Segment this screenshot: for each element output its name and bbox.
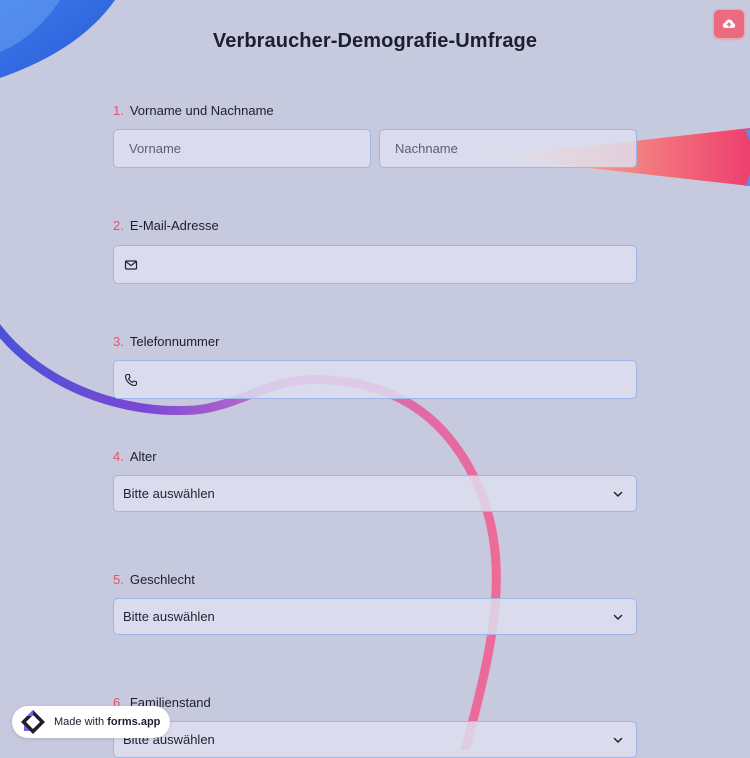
question-number: 1. xyxy=(113,103,124,118)
gender-select[interactable]: Bitte auswählen xyxy=(113,598,637,635)
question-label-age: 4. Alter xyxy=(113,449,157,464)
email-field[interactable] xyxy=(113,245,637,284)
question-number: 5. xyxy=(113,572,124,587)
first-name-field[interactable] xyxy=(113,129,371,168)
cloud-upload-icon xyxy=(722,19,736,28)
page-title: Verbraucher-Demografie-Umfrage xyxy=(212,30,538,52)
question-label-gender: 5. Geschlecht xyxy=(113,572,195,587)
badge-brand: forms.app xyxy=(107,716,161,728)
phone-input[interactable] xyxy=(146,372,636,387)
question-number: 4. xyxy=(113,449,124,464)
question-text: Telefonnummer xyxy=(129,334,220,349)
badge-prefix: Made with xyxy=(54,716,108,728)
last-name-field[interactable] xyxy=(379,129,637,168)
question-label-phone: 3. Telefonnummer xyxy=(113,334,219,349)
phone-field[interactable] xyxy=(113,360,637,399)
last-name-input[interactable] xyxy=(395,141,636,156)
select-value: Bitte auswählen xyxy=(123,486,215,501)
question-text: Vorname und Nachname xyxy=(129,103,274,118)
email-input[interactable] xyxy=(146,257,636,272)
chevron-down-icon xyxy=(613,737,623,743)
question-text: Alter xyxy=(129,449,157,464)
question-label-name: 1. Vorname und Nachname xyxy=(113,103,274,118)
marital-status-select[interactable]: Bitte auswählen xyxy=(113,721,637,758)
question-text: Geschlecht xyxy=(129,572,195,587)
made-with-forms-app-badge[interactable]: Made with forms.app xyxy=(12,706,170,738)
age-select[interactable]: Bitte auswählen xyxy=(113,475,637,512)
question-number: 3. xyxy=(113,334,124,349)
mail-icon xyxy=(124,259,138,270)
question-number: 2. xyxy=(113,218,124,233)
question-label-email: 2. E-Mail-Adresse xyxy=(113,218,219,233)
select-value: Bitte auswählen xyxy=(123,609,215,624)
question-text: E-Mail-Adresse xyxy=(129,218,219,233)
phone-icon xyxy=(124,373,138,386)
forms-app-logo-icon xyxy=(21,710,45,734)
chevron-down-icon xyxy=(613,614,623,620)
first-name-input[interactable] xyxy=(129,141,370,156)
chevron-down-icon xyxy=(613,491,623,497)
